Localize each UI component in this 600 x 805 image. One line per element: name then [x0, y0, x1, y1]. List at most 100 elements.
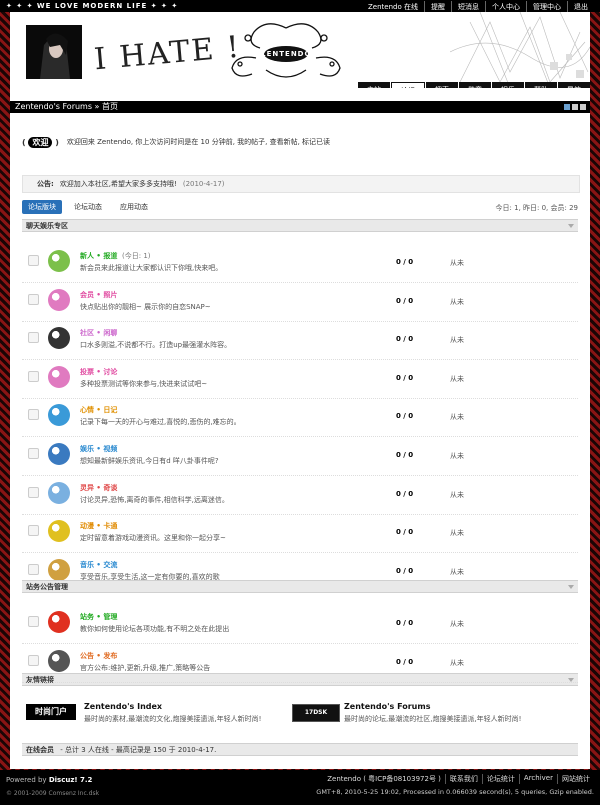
collapse-icon[interactable] — [568, 585, 574, 589]
forum-row: 站务 • 管理 教你如何使用论坛各项功能,有不明之处在此提出 0 / 0 从未 — [22, 605, 578, 644]
forum-last-post: 从未 — [450, 490, 464, 499]
footer: Powered by Discuz! 7.2 © 2001-2009 Comse… — [0, 770, 600, 805]
online-text: - 总计 3 人在线 - 最高记录是 150 于 2010-4-17. — [60, 746, 217, 754]
forum-icon[interactable] — [48, 558, 70, 581]
announcement-text[interactable]: 欢迎加入本社区,希望大家多多支持哦! — [60, 179, 177, 189]
nav-forum[interactable]: 论坛 — [391, 82, 425, 88]
footer-forum-stats[interactable]: 论坛统计 — [481, 774, 519, 784]
nav-home[interactable]: 主站 — [358, 82, 390, 88]
forum-name[interactable]: 公告 • 发布 — [80, 651, 117, 661]
logo-text: ZENTENDO — [260, 50, 312, 58]
footer-site[interactable]: Zentendo ( 粤ICP备08103972号 ) — [323, 774, 445, 784]
forum-status-icon — [28, 332, 39, 344]
forum-icon[interactable] — [48, 250, 70, 272]
forum-name[interactable]: 心情 • 日记 — [80, 405, 117, 415]
forum-name[interactable]: 动漫 • 卡通 — [80, 521, 117, 531]
friend-name-forums[interactable]: Zentendo's Forums — [344, 702, 430, 711]
forum-last-post: 从未 — [450, 658, 464, 667]
forum-name[interactable]: 站务 • 管理 — [80, 612, 117, 622]
nav-help[interactable]: 帮助 — [525, 82, 557, 88]
tab-forum-activity[interactable]: 论坛动态 — [68, 200, 108, 214]
forum-name[interactable]: 灵异 • 奇谈 — [80, 483, 117, 493]
forum-name[interactable]: 会员 • 照片 — [80, 290, 117, 300]
forum-icon[interactable] — [48, 520, 70, 543]
footer-site-stats[interactable]: 网站统计 — [557, 774, 594, 784]
forum-icon[interactable] — [48, 365, 70, 388]
collapse-icon[interactable] — [568, 224, 574, 228]
forum-row: 社区 • 闲聊 口水多则溢,不说都不行。打造up最强灌水阵容。 0 / 0 从未 — [22, 321, 578, 361]
footer-contact[interactable]: 联系我们 — [444, 774, 482, 784]
nav-search[interactable]: 搜索 — [426, 82, 458, 88]
forum-row: 公告 • 发布官方公布:维护,更新,升级,推广,策略等公告 0 / 0 从未 — [22, 644, 578, 683]
banner-headline: I HATE ! — [92, 29, 243, 78]
online-members-bar: 在线会员 - 总计 3 人在线 - 最高记录是 150 于 2010-4-17. — [22, 743, 578, 756]
powered-name[interactable]: Discuz! 7.2 — [49, 776, 93, 784]
footer-gmt: GMT+8, 2010-5-25 19:02, Processed in 0.0… — [316, 788, 594, 796]
forum-stats: 今日: 1, 昨日: 0, 会员: 29 — [495, 204, 578, 212]
forum-status-icon — [28, 525, 39, 537]
welcome-text: 欢迎回来 Zentendo, 你上次访问时间是在 10 分钟前, 我的帖子, 查… — [66, 138, 331, 146]
forum-description: 记录下每一天的开心与难过,喜悦的,悲伤的,难忘的。 — [80, 418, 241, 427]
forum-icon[interactable] — [48, 327, 70, 350]
view-narrow-icon[interactable] — [572, 104, 578, 110]
forum-last-post: 从未 — [450, 336, 464, 345]
view-list-icon[interactable] — [580, 104, 586, 110]
section-title[interactable]: 站务公告管理 — [26, 583, 68, 591]
scribble-decoration — [450, 12, 590, 88]
forum-counts: 0 / 0 — [396, 657, 414, 666]
forum-counts: 0 / 0 — [396, 296, 414, 305]
forum-icon[interactable] — [48, 481, 70, 504]
nav-guide[interactable]: 导航 — [558, 82, 590, 88]
breadcrumb: Zentendo's Forums » 首页 — [10, 101, 590, 113]
forum-status-icon — [28, 486, 39, 498]
nav-medal[interactable]: 勋章 — [459, 82, 491, 88]
banner: I HATE ! ZENTENDO 主站 — [10, 12, 590, 88]
forum-last-post: 从未 — [450, 413, 464, 422]
forum-icon[interactable] — [48, 649, 70, 672]
forum-name[interactable]: 音乐 • 交流 — [80, 560, 117, 570]
forum-name[interactable]: 社区 • 闲聊 — [80, 328, 117, 338]
page-wrapper: I HATE ! ZENTENDO 主站 — [10, 12, 590, 769]
powered-prefix: Powered by — [6, 776, 47, 784]
friend-logo-forums[interactable]: 17DSK — [292, 704, 340, 722]
forum-icon[interactable] — [48, 404, 70, 427]
forum-description: 新会员来此报道让大家都认识下你哦,快来吧。 — [80, 264, 223, 272]
section-title[interactable]: 聊天娱乐专区 — [26, 222, 68, 230]
friend-name-index[interactable]: Zentendo's Index — [84, 702, 162, 711]
section-header: 站务公告管理 — [22, 580, 578, 593]
powered-by: Powered by Discuz! 7.2 — [6, 776, 92, 784]
forum-last-post: 从未 — [450, 259, 464, 267]
nav-entertainment[interactable]: 娱乐 — [492, 82, 524, 88]
forum-name[interactable]: 娱乐 • 视频 — [80, 444, 117, 454]
friend-logo-index[interactable]: 时尚门户 — [26, 704, 76, 720]
forum-counts: 0 / 0 — [396, 489, 414, 498]
forum-status-icon — [28, 616, 39, 627]
forum-icon[interactable] — [48, 288, 70, 311]
forum-row: 灵异 • 奇谈 讨论灵异,恐怖,离奇的事件,相信科学,远离迷信。 0 / 0 从未 — [22, 476, 578, 515]
tab-app-activity[interactable]: 应用动态 — [114, 200, 154, 214]
breadcrumb-text[interactable]: Zentendo's Forums » 首页 — [10, 102, 118, 111]
welcome-bar: ( 欢迎 ) 欢迎回来 Zentendo, 你上次访问时间是在 10 分钟前, … — [22, 135, 578, 149]
forum-icon[interactable] — [48, 443, 70, 465]
forum-name[interactable]: 投票 • 讨论 — [80, 367, 117, 377]
forum-last-post: 从未 — [450, 529, 464, 538]
announcement-label: 公告: — [37, 180, 54, 188]
online-label[interactable]: 在线会员 — [26, 746, 54, 754]
forum-last-post: 从未 — [450, 567, 464, 576]
view-wide-icon[interactable] — [564, 104, 570, 110]
forum-description: 定时留意着游戏动漫资讯。这里和你一起分享~ — [80, 534, 226, 543]
forum-today-count: (今日: 1) — [122, 252, 151, 260]
tab-forums[interactable]: 论坛版块 — [22, 200, 62, 214]
forum-counts: 0 / 0 — [396, 258, 414, 266]
forum-description: 官方公布:维护,更新,升级,推广,策略等公告 — [80, 663, 211, 672]
footer-archiver[interactable]: Archiver — [518, 774, 557, 784]
forum-name[interactable]: 新人 • 报道 — [80, 251, 117, 261]
forum-last-post: 从未 — [450, 452, 464, 460]
forum-status-icon — [28, 654, 39, 666]
forum-description: 快点贴出你的靓相~ 展示你的自恋SNAP~ — [80, 302, 211, 311]
welcome-badge: ( 欢迎 ) — [22, 136, 59, 148]
forum-counts: 0 / 0 — [396, 566, 414, 575]
forum-icon[interactable] — [48, 611, 70, 633]
avatar-image — [26, 25, 82, 79]
forum-description: 口水多则溢,不说都不行。打造up最强灌水阵容。 — [80, 341, 232, 350]
